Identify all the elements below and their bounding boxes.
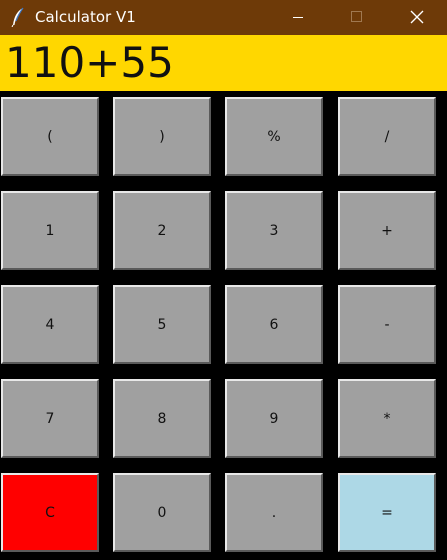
maximize-button[interactable] xyxy=(333,0,379,35)
key-3[interactable]: 3 xyxy=(225,191,323,270)
key-2[interactable]: 2 xyxy=(113,191,211,270)
key-minus[interactable]: - xyxy=(338,285,436,364)
key-divide[interactable]: / xyxy=(338,97,436,176)
key-plus[interactable]: + xyxy=(338,191,436,270)
key-multiply[interactable]: * xyxy=(338,379,436,458)
expression-display: 110+55 xyxy=(0,35,447,91)
clear-button[interactable]: C xyxy=(1,473,99,552)
equals-button[interactable]: = xyxy=(338,473,436,552)
expression-text: 110+55 xyxy=(5,38,174,87)
key-6[interactable]: 6 xyxy=(225,285,323,364)
key-decimal[interactable]: . xyxy=(225,473,323,552)
maximize-icon xyxy=(351,11,362,22)
key-open-paren[interactable]: ( xyxy=(1,97,99,176)
window-title: Calculator V1 xyxy=(35,8,136,26)
key-9[interactable]: 9 xyxy=(225,379,323,458)
calculator-window: Calculator V1 110+55 ( ) % / 1 2 3 + 4 5… xyxy=(0,0,447,560)
title-bar[interactable]: Calculator V1 xyxy=(0,0,447,35)
minimize-button[interactable] xyxy=(275,0,321,35)
close-icon xyxy=(410,10,424,24)
minimize-icon xyxy=(293,17,303,18)
key-0[interactable]: 0 xyxy=(113,473,211,552)
key-1[interactable]: 1 xyxy=(1,191,99,270)
key-8[interactable]: 8 xyxy=(113,379,211,458)
key-4[interactable]: 4 xyxy=(1,285,99,364)
feather-icon xyxy=(11,7,24,27)
close-button[interactable] xyxy=(393,0,439,35)
key-5[interactable]: 5 xyxy=(113,285,211,364)
key-percent[interactable]: % xyxy=(225,97,323,176)
key-7[interactable]: 7 xyxy=(1,379,99,458)
key-close-paren[interactable]: ) xyxy=(113,97,211,176)
